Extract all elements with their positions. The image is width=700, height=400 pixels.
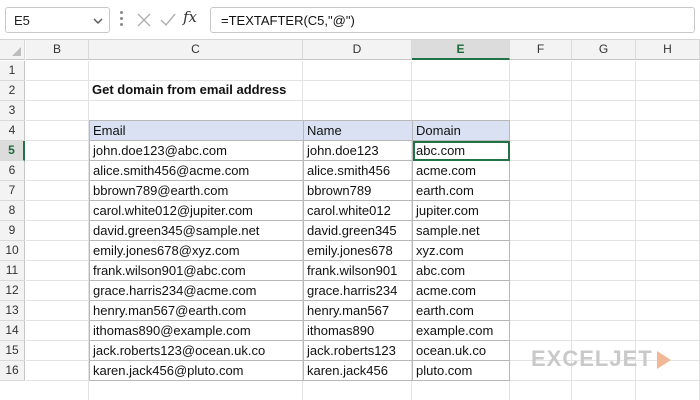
logo-mark-icon	[656, 351, 671, 370]
domain-cell[interactable]: earth.com	[412, 180, 510, 201]
row-header-8[interactable]: 8	[0, 201, 25, 221]
table-row: karen.jack456@pluto.com karen.jack456 plut…	[89, 360, 510, 381]
table-row: jack.roberts123@ocean.uk.co jack.roberts1…	[89, 340, 510, 361]
domain-cell[interactable]: xyz.com	[412, 240, 510, 261]
header-name[interactable]: Name	[303, 120, 413, 141]
domain-cell[interactable]: pluto.com	[412, 360, 510, 381]
row-header-12[interactable]: 12	[0, 281, 25, 301]
table-row: emily.jones678@xyz.com emily.jones678 xyz.…	[89, 240, 510, 261]
name-box[interactable]: E5	[5, 7, 110, 33]
email-cell[interactable]: carol.white012@jupiter.com	[89, 200, 304, 221]
table-row: david.green345@sample.net david.green345 s…	[89, 220, 510, 241]
data-table: Email Name Domain john.doe123@abc.com joh…	[89, 120, 510, 381]
formula-bar-area: E5 fx =TEXTAFTER(C5,"@")	[0, 0, 700, 40]
row-header-1[interactable]: 1	[0, 61, 25, 81]
column-header-c[interactable]: C	[89, 40, 303, 60]
name-box-value: E5	[14, 13, 30, 28]
table-row: john.doe123@abc.com john.doe123 abc.com	[89, 140, 510, 161]
domain-cell[interactable]: example.com	[412, 320, 510, 341]
column-header-h[interactable]: H	[636, 40, 700, 60]
sheet-title[interactable]: Get domain from email address	[92, 82, 286, 97]
domain-cell[interactable]: abc.com	[412, 140, 510, 161]
name-cell[interactable]: david.green345	[303, 220, 413, 241]
name-cell[interactable]: carol.white012	[303, 200, 413, 221]
table-row: ithomas890@example.com ithomas890 example.…	[89, 320, 510, 341]
domain-cell[interactable]: abc.com	[412, 260, 510, 281]
name-cell[interactable]: ithomas890	[303, 320, 413, 341]
row-header-3[interactable]: 3	[0, 101, 25, 121]
formula-input[interactable]: =TEXTAFTER(C5,"@")	[210, 7, 695, 33]
select-all-corner[interactable]	[0, 40, 25, 60]
domain-cell[interactable]: jupiter.com	[412, 200, 510, 221]
column-header-g[interactable]: G	[572, 40, 636, 60]
chevron-down-icon[interactable]	[93, 16, 103, 26]
grid-line	[26, 80, 700, 81]
name-cell[interactable]: john.doe123	[303, 140, 413, 161]
column-header-d[interactable]: D	[303, 40, 412, 60]
name-cell[interactable]: karen.jack456	[303, 360, 413, 381]
name-cell[interactable]: henry.man567	[303, 300, 413, 321]
email-cell[interactable]: ithomas890@example.com	[89, 320, 304, 341]
email-cell[interactable]: henry.man567@earth.com	[89, 300, 304, 321]
column-header-b[interactable]: B	[26, 40, 89, 60]
row-header-14[interactable]: 14	[0, 321, 25, 341]
domain-cell[interactable]: acme.com	[412, 160, 510, 181]
row-header-11[interactable]: 11	[0, 261, 25, 281]
x-icon[interactable]	[134, 10, 154, 30]
email-cell[interactable]: jack.roberts123@ocean.uk.co	[89, 340, 304, 361]
table-row: carol.white012@jupiter.com carol.white012…	[89, 200, 510, 221]
row-header-13[interactable]: 13	[0, 301, 25, 321]
domain-cell[interactable]: sample.net	[412, 220, 510, 241]
row-header-2[interactable]: 2	[0, 81, 25, 101]
domain-cell[interactable]: ocean.uk.co	[412, 340, 510, 361]
name-cell[interactable]: bbrown789	[303, 180, 413, 201]
row-header-16[interactable]: 16	[0, 361, 25, 381]
domain-cell[interactable]: earth.com	[412, 300, 510, 321]
row-header-15[interactable]: 15	[0, 341, 25, 361]
header-domain[interactable]: Domain	[412, 120, 510, 141]
column-header-f[interactable]: F	[510, 40, 572, 60]
row-header-10[interactable]: 10	[0, 241, 25, 261]
email-cell[interactable]: emily.jones678@xyz.com	[89, 240, 304, 261]
domain-cell[interactable]: acme.com	[412, 280, 510, 301]
table-row: henry.man567@earth.com henry.man567 earth.…	[89, 300, 510, 321]
row-header-5[interactable]: 5	[0, 141, 25, 161]
check-icon[interactable]	[158, 10, 178, 30]
grid-line	[26, 100, 700, 101]
logo-text: EXCELJET	[531, 346, 653, 371]
name-cell[interactable]: grace.harris234	[303, 280, 413, 301]
exceljet-logo: EXCELJET	[531, 346, 671, 372]
email-cell[interactable]: john.doe123@abc.com	[89, 140, 304, 161]
name-cell[interactable]: jack.roberts123	[303, 340, 413, 361]
table-header-row: Email Name Domain	[89, 120, 510, 141]
row-header-4[interactable]: 4	[0, 121, 25, 141]
header-email[interactable]: Email	[89, 120, 304, 141]
email-cell[interactable]: alice.smith456@acme.com	[89, 160, 304, 181]
email-cell[interactable]: karen.jack456@pluto.com	[89, 360, 304, 381]
column-header-e[interactable]: E	[412, 40, 510, 60]
row-header-9[interactable]: 9	[0, 221, 25, 241]
formula-bar-grip-icon[interactable]	[120, 11, 123, 29]
row-header-6[interactable]: 6	[0, 161, 25, 181]
table-row: alice.smith456@acme.com alice.smith456 acm…	[89, 160, 510, 181]
email-cell[interactable]: grace.harris234@acme.com	[89, 280, 304, 301]
table-row: frank.wilson901@abc.com frank.wilson901 ab…	[89, 260, 510, 281]
name-cell[interactable]: alice.smith456	[303, 160, 413, 181]
row-header-7[interactable]: 7	[0, 181, 25, 201]
email-cell[interactable]: frank.wilson901@abc.com	[89, 260, 304, 281]
email-cell[interactable]: david.green345@sample.net	[89, 220, 304, 241]
email-cell[interactable]: bbrown789@earth.com	[89, 180, 304, 201]
fx-icon[interactable]: fx	[183, 8, 205, 28]
name-cell[interactable]: frank.wilson901	[303, 260, 413, 281]
table-row: grace.harris234@acme.com grace.harris234 a…	[89, 280, 510, 301]
table-row: bbrown789@earth.com bbrown789 earth.com	[89, 180, 510, 201]
formula-text: =TEXTAFTER(C5,"@")	[221, 13, 355, 28]
name-cell[interactable]: emily.jones678	[303, 240, 413, 261]
